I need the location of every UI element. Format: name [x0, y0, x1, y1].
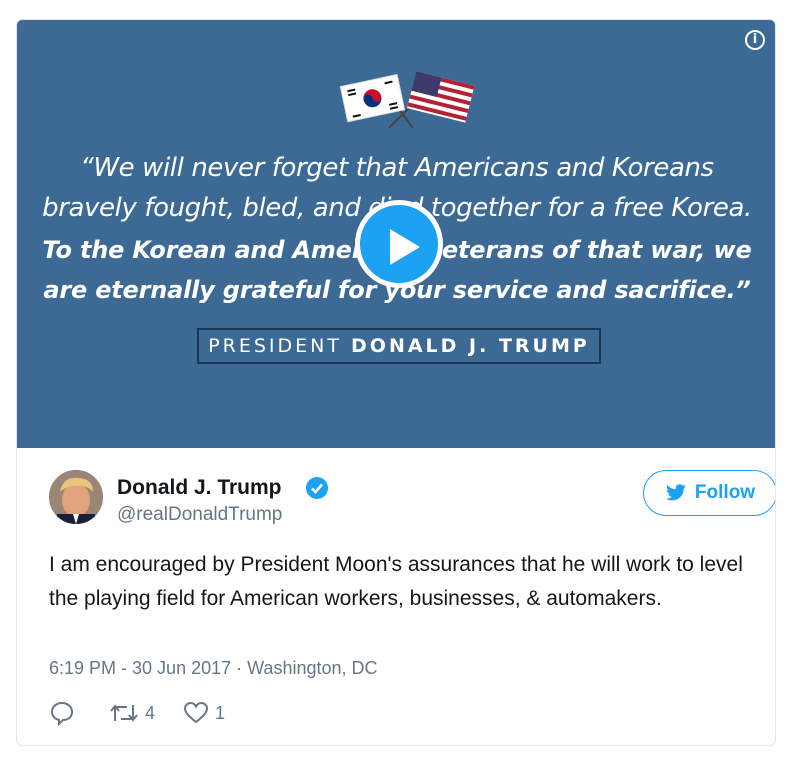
byline-name: DONALD J. TRUMP — [351, 335, 590, 357]
video-media[interactable]: i “We will never forget that Americans a… — [17, 20, 775, 448]
twitter-bird-icon — [665, 484, 686, 501]
info-icon[interactable]: i — [745, 30, 765, 50]
heart-icon — [184, 701, 209, 724]
follow-label: Follow — [694, 482, 756, 503]
verified-badge-icon — [306, 477, 328, 499]
tweet-actions: 4 1 — [49, 698, 253, 728]
author-name[interactable]: Donald J. Trump — [117, 476, 282, 500]
author-row: Donald J. Trump @realDonaldTrump Follow — [49, 470, 775, 530]
byline-box: PRESIDENT DONALD J. TRUMP — [197, 328, 601, 364]
avatar[interactable] — [49, 470, 103, 524]
tweet-card: i “We will never forget that Americans a… — [16, 19, 776, 746]
byline-prefix: PRESIDENT — [208, 335, 342, 357]
like-button[interactable]: 1 — [183, 701, 225, 725]
flags-illustration — [339, 71, 475, 129]
follow-button[interactable]: Follow — [643, 470, 775, 516]
retweet-icon — [110, 704, 138, 722]
author-handle[interactable]: @realDonaldTrump — [117, 504, 282, 526]
retweet-button[interactable]: 4 — [109, 701, 155, 725]
avatar-image — [49, 470, 103, 524]
play-icon — [390, 229, 420, 265]
tweet-timestamp-location[interactable]: 6:19 PM - 30 Jun 2017 · Washington, DC — [49, 658, 378, 679]
quote-line-1: “We will never forget that Americans and… — [80, 153, 714, 183]
like-count: 1 — [215, 702, 226, 723]
reply-icon — [50, 701, 74, 726]
play-button[interactable] — [355, 200, 443, 288]
retweet-count: 4 — [145, 702, 156, 723]
tweet-text: I am encouraged by President Moon's assu… — [49, 553, 743, 610]
reply-button[interactable] — [49, 700, 81, 726]
